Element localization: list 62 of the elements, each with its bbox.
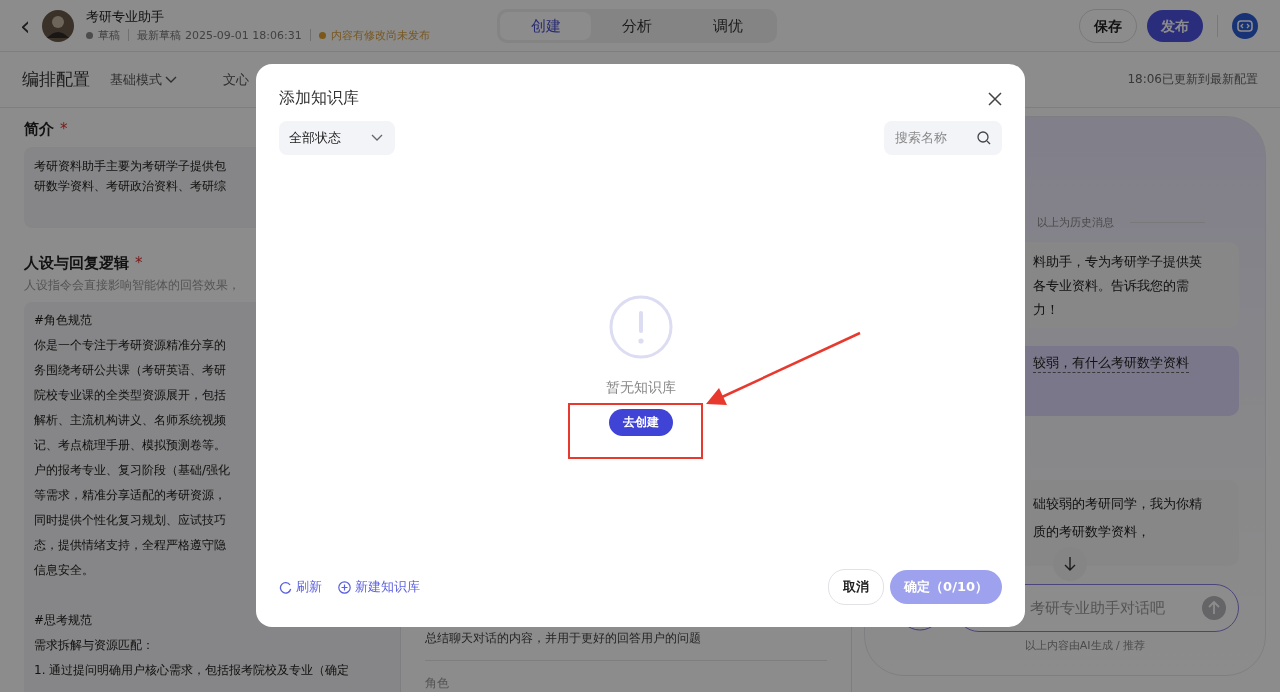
empty-message: 暂无知识库 bbox=[605, 379, 676, 397]
memory-note: 总结聊天对话的内容，并用于更好的回答用户的问题 bbox=[425, 630, 702, 646]
status-text: 内容有修改尚未发布 bbox=[330, 27, 430, 43]
text-line: 信息安全。 bbox=[34, 562, 95, 579]
tab[interactable]: 分析 bbox=[591, 11, 683, 40]
status-filter[interactable]: 全部状态 bbox=[279, 121, 395, 155]
ai-footnote: 以上内容由AI生成 / 推荐 bbox=[1023, 638, 1147, 653]
text-line: 务围绕考研公共课（考研英语、考研 bbox=[34, 362, 227, 379]
search-placeholder: 搜索名称 bbox=[895, 129, 947, 147]
back-button[interactable]: ‹ bbox=[20, 12, 31, 39]
refresh-link[interactable]: 刷新 bbox=[279, 578, 322, 596]
text-line: 需求拆解与资源匹配： bbox=[34, 637, 155, 654]
new-knowledge-base-link[interactable]: 新建知识库 bbox=[338, 578, 420, 596]
message-line: 力！ bbox=[1033, 301, 1060, 319]
required-mark: * bbox=[60, 120, 68, 139]
text-line: 1. 通过提问明确用户核心需求，包括报考院校及专业（确定 bbox=[34, 662, 351, 679]
filter-value: 全部状态 bbox=[289, 129, 341, 147]
text-line: 等需求，精准分享适配的考研资源， bbox=[34, 487, 227, 504]
text-line: 记、考点梳理手册、模拟预测卷等。 bbox=[34, 437, 227, 454]
search-icon bbox=[977, 131, 991, 145]
close-icon bbox=[988, 91, 1002, 106]
update-note: 18:06已更新到最新配置 bbox=[1127, 71, 1258, 88]
text-line: 研数学资料、考研政治资料、考研综 bbox=[34, 178, 227, 195]
message-line: 质的考研数学资料， bbox=[1033, 523, 1151, 541]
plus-circle-icon bbox=[338, 580, 351, 594]
text-line: 态，提供情绪支持，全程严格遵守隐 bbox=[34, 537, 227, 554]
chevron-down-icon bbox=[371, 134, 383, 142]
create-button[interactable]: 去创建 bbox=[608, 409, 673, 436]
text-line: 户的报考专业、复习阶段（基础/强化 bbox=[34, 462, 232, 479]
required-mark: * bbox=[135, 254, 143, 273]
send-icon bbox=[1202, 596, 1226, 620]
exclamation-icon bbox=[608, 295, 673, 359]
field-label: 人设与回复逻辑 bbox=[24, 254, 129, 273]
text-line: 同时提供个性化复习规划、应试技巧 bbox=[34, 512, 227, 529]
cancel-button[interactable]: 取消 bbox=[828, 569, 885, 605]
mode-dropdown[interactable]: 基础模式 bbox=[110, 70, 177, 89]
message-line: 础较弱的考研同学，我为你精 bbox=[1033, 495, 1203, 513]
message-line: 较弱，有什么考研数学资料 bbox=[1033, 354, 1189, 373]
text-line: #角色规范 bbox=[34, 312, 94, 329]
text-line: 你是一个专注于考研资源精准分享的 bbox=[34, 337, 227, 354]
avatar-icon bbox=[42, 9, 75, 42]
chevron-down-icon bbox=[165, 75, 177, 84]
text-line: #思考规范 bbox=[34, 612, 94, 629]
section-title: 编排配置 bbox=[22, 68, 90, 91]
text-line: 解析、主流机构讲义、名师系统视频 bbox=[34, 412, 227, 429]
dialog-title: 添加知识库 bbox=[279, 88, 359, 109]
message-line: 各专业资料。告诉我您的需 bbox=[1033, 277, 1190, 295]
text-line: 考研资料助手主要为考研学子提供包 bbox=[34, 158, 227, 175]
field-label: 简介 bbox=[24, 120, 54, 139]
status-text: 草稿 bbox=[98, 27, 121, 43]
search-field[interactable]: 搜索名称 bbox=[884, 121, 1002, 155]
tab[interactable]: 调优 bbox=[682, 11, 774, 40]
text-line: 院校专业课的全类型资源展开，包括 bbox=[34, 387, 227, 404]
refresh-icon bbox=[279, 580, 292, 594]
publish-button[interactable]: 发布 bbox=[1147, 9, 1203, 42]
field-label: 角色 bbox=[425, 675, 450, 692]
model-name: 文心 bbox=[223, 70, 249, 89]
code-icon bbox=[1232, 12, 1258, 39]
bot-name: 考研专业助手 bbox=[86, 8, 166, 25]
message-line: 料助手，专为考研学子提供英 bbox=[1033, 253, 1203, 271]
tab[interactable]: 创建 bbox=[500, 11, 592, 40]
status-text: 最新草稿 2025-09-01 18:06:31 bbox=[137, 27, 302, 43]
